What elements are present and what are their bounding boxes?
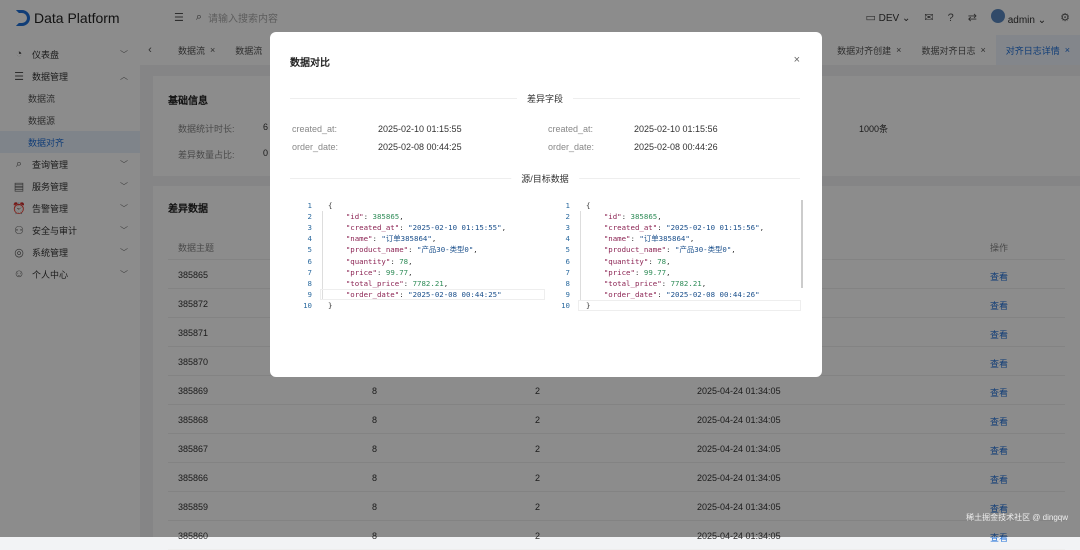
line-number: 5 xyxy=(565,245,570,255)
code-line: "price": 99.77, xyxy=(603,267,671,277)
line-number: 5 xyxy=(307,245,312,255)
code-line: "created_at": "2025-02-10 01:15:55", xyxy=(345,223,507,233)
line-number: 2 xyxy=(565,212,570,222)
line-number: 7 xyxy=(565,267,570,277)
line-number: 9 xyxy=(307,289,312,299)
code-line: "id": 385865, xyxy=(345,212,404,222)
modal-title: 数据对比 xyxy=(290,58,330,69)
line-number: 7 xyxy=(307,267,312,277)
code-line: { xyxy=(328,201,333,210)
field-value: 2025-02-10 01:15:56 xyxy=(634,124,718,134)
code-line: "name": "订单385864", xyxy=(603,234,695,244)
code-line: "product_name": "产品30-类型0", xyxy=(603,245,736,255)
line-number: 4 xyxy=(565,234,570,244)
line-number: 2 xyxy=(307,212,312,222)
divider: 源/目标数据 xyxy=(290,172,800,185)
close-button[interactable]: × xyxy=(794,54,800,66)
data-compare-modal: 数据对比 × 差异字段 created_at: 2025-02-10 01:15… xyxy=(270,32,822,377)
code-line: "price": 99.77, xyxy=(345,267,413,277)
code-line: { xyxy=(586,201,591,210)
code-line: "order_date": "2025-02-08 00:44:26" xyxy=(603,289,760,299)
code-line: "quantity": 78, xyxy=(345,256,413,266)
line-number: 8 xyxy=(307,278,312,288)
line-number: 3 xyxy=(565,223,570,233)
divider: 差异字段 xyxy=(290,92,800,105)
line-number: 4 xyxy=(307,234,312,244)
code-line: "id": 385865, xyxy=(603,212,662,222)
line-number: 1 xyxy=(307,201,312,210)
field-label: created_at: xyxy=(548,124,594,134)
field-value: 2025-02-10 01:15:55 xyxy=(378,124,462,134)
line-number: 10 xyxy=(561,300,570,310)
line-number: 6 xyxy=(565,256,570,266)
section-title: 差异字段 xyxy=(516,92,574,105)
code-line: } xyxy=(328,300,333,310)
code-line: "name": "订单385864", xyxy=(345,234,437,244)
line-number: 8 xyxy=(565,278,570,288)
code-line: "created_at": "2025-02-10 01:15:56", xyxy=(603,223,765,233)
line-number: 1 xyxy=(565,201,570,210)
code-line: } xyxy=(586,300,591,310)
code-line: "quantity": 78, xyxy=(603,256,671,266)
line-number: 3 xyxy=(307,223,312,233)
line-number: 6 xyxy=(307,256,312,266)
code-line: "total_price": 7782.21, xyxy=(603,278,707,288)
source-json-editor[interactable]: 1 {2 "id": 385865, 3 "created_at": "2025-0… xyxy=(290,200,545,340)
line-number: 9 xyxy=(565,289,570,299)
field-label: created_at: xyxy=(292,124,338,134)
field-value: 2025-02-08 00:44:25 xyxy=(378,142,462,152)
field-label: order_date: xyxy=(292,142,339,152)
field-label: order_date: xyxy=(548,142,595,152)
watermark: 稀土掘金技术社区 @ dingqw xyxy=(966,513,1068,522)
code-line: "product_name": "产品30-类型0", xyxy=(345,245,478,255)
code-line: "order_date": "2025-02-08 00:44:25" xyxy=(345,289,502,299)
line-number: 10 xyxy=(303,300,312,310)
target-json-editor[interactable]: 1 {2 "id": 385865, 3 "created_at": "2025-0… xyxy=(548,200,803,311)
section-title: 源/目标数据 xyxy=(511,172,579,185)
code-line: "total_price": 7782.21, xyxy=(345,278,449,288)
field-value: 2025-02-08 00:44:26 xyxy=(634,142,718,152)
